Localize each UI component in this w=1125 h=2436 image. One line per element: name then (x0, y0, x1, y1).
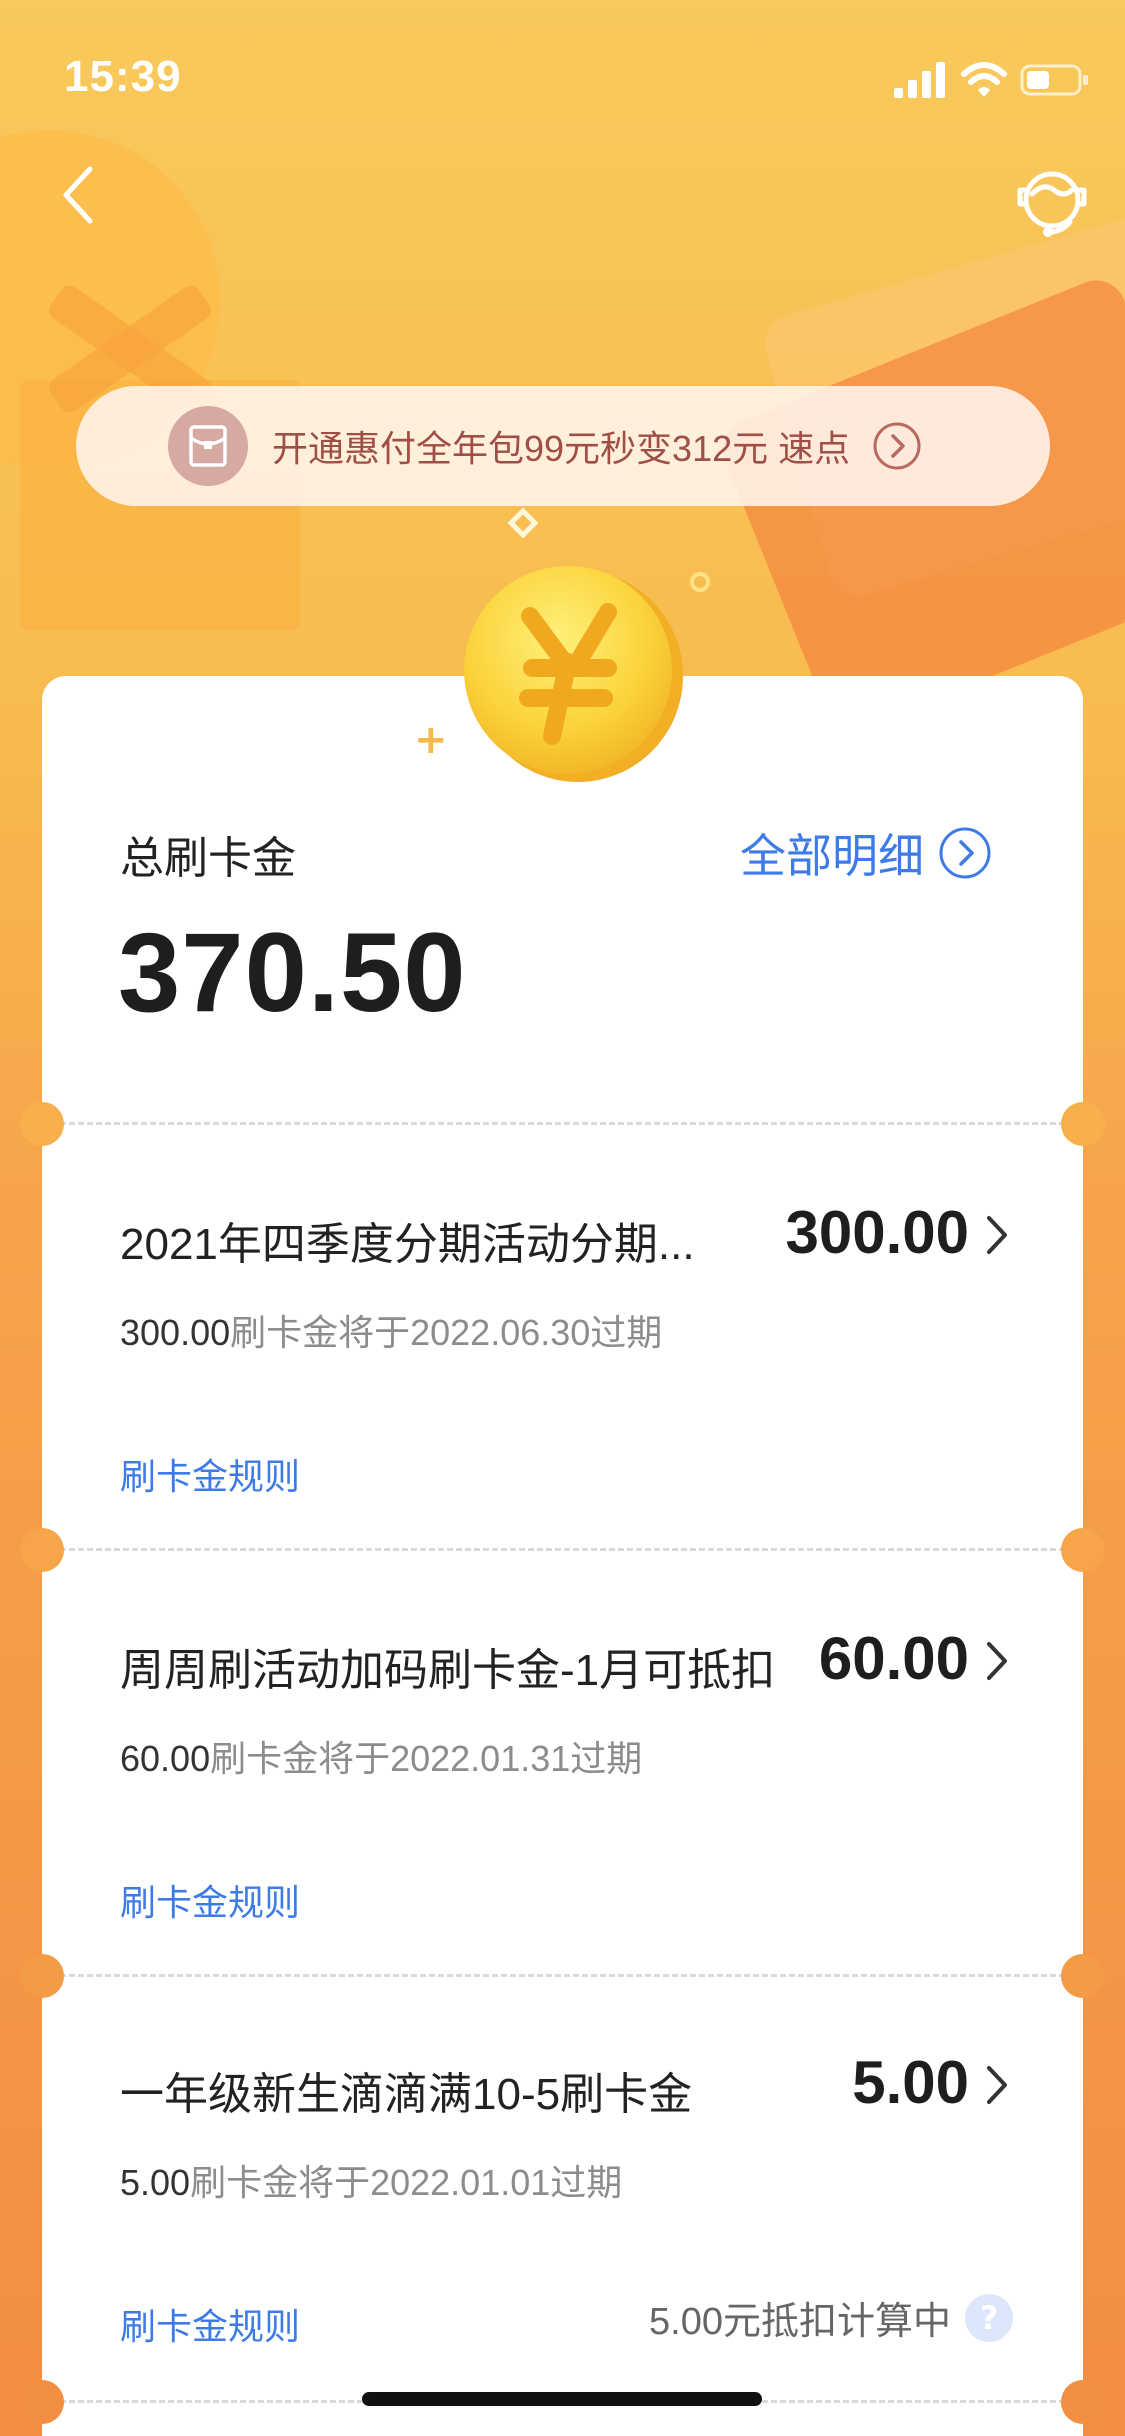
status-time: 15:39 (64, 52, 182, 101)
item-title: 2021年四季度分期活动分期... (120, 1220, 695, 1269)
item-amount: 60.00 (818, 1625, 969, 1692)
screen: + 15:39 开通惠付全年包99元秒变312元 速点 总刷卡金 全部明细 37… (0, 0, 1125, 2436)
all-details-label: 全部明细 (740, 830, 924, 882)
chevron-right-icon (987, 1642, 1007, 1680)
item-expire-text: 刷卡金将于2022.01.01过期 (190, 2162, 623, 2203)
decor-ring (690, 572, 710, 592)
total-label: 总刷卡金 (120, 834, 296, 883)
total-amount: 370.50 (118, 910, 467, 1035)
customer-service-icon[interactable] (1010, 160, 1094, 244)
deduct-text: 5.00元抵扣计算中 (649, 2301, 951, 2343)
notch (20, 1102, 64, 1146)
status-bar: 15:39 (0, 0, 1125, 150)
item-row[interactable]: 2021年四季度分期活动分期... 300.00 (42, 1199, 1083, 1278)
decor-plus-icon: + (414, 717, 448, 763)
notch (1061, 1954, 1105, 1998)
item-expire: 5.00刷卡金将于2022.01.01过期 (120, 2154, 622, 2206)
notch (20, 1528, 64, 1572)
divider (42, 1122, 1083, 1125)
back-button[interactable] (48, 160, 108, 230)
rule-link[interactable]: 刷卡金规则 (120, 1874, 300, 1926)
notch (1061, 1102, 1105, 1146)
item-row[interactable]: 周周刷活动加码刷卡金-1月可抵扣 60.00 (42, 1625, 1083, 1704)
item-expire: 60.00刷卡金将于2022.01.31过期 (120, 1730, 642, 1782)
red-envelope-icon (168, 406, 248, 486)
item-expire-amount: 300.00 (120, 1312, 231, 1353)
divider (42, 1548, 1083, 1551)
decor-diamond (507, 507, 539, 539)
divider (42, 1974, 1083, 1977)
item-title: 一年级新生滴滴满10-5刷卡金 (120, 2070, 693, 2119)
notch (1061, 2380, 1105, 2424)
item-amount: 5.00 (852, 2049, 969, 2116)
all-details-button[interactable]: 全部明细 (740, 820, 992, 886)
help-icon[interactable]: ? (965, 2293, 1013, 2342)
item-expire: 300.00刷卡金将于2022.06.30过期 (120, 1304, 662, 1356)
promo-banner[interactable]: 开通惠付全年包99元秒变312元 速点 (76, 386, 1050, 506)
circle-arrow-right-icon (873, 422, 921, 470)
wifi-icon (961, 62, 1007, 97)
signal-icon (894, 62, 945, 98)
notch (20, 2380, 64, 2424)
promo-text: 开通惠付全年包99元秒变312元 速点 (272, 428, 851, 469)
coin-icon (464, 566, 683, 782)
rule-link[interactable]: 刷卡金规则 (120, 2298, 300, 2350)
item-amount: 300.00 (785, 1199, 969, 1266)
chevron-right-icon (987, 1216, 1007, 1254)
deduct-status: 5.00元抵扣计算中 ? (649, 2290, 1013, 2345)
notch (20, 1954, 64, 1998)
rule-link[interactable]: 刷卡金规则 (120, 1448, 300, 1500)
chevron-left-icon (63, 166, 93, 224)
battery-icon (1020, 64, 1088, 96)
item-title: 周周刷活动加码刷卡金-1月可抵扣 (120, 1646, 776, 1695)
home-indicator (362, 2392, 762, 2406)
circle-arrow-right-icon (939, 827, 991, 879)
item-expire-amount: 5.00 (120, 2162, 191, 2203)
item-expire-text: 刷卡金将于2022.06.30过期 (230, 1312, 663, 1353)
chevron-right-icon (987, 2066, 1007, 2104)
item-expire-amount: 60.00 (120, 1738, 211, 1779)
notch (1061, 1528, 1105, 1572)
item-row[interactable]: 一年级新生滴滴满10-5刷卡金 5.00 (42, 2049, 1083, 2128)
item-expire-text: 刷卡金将于2022.01.31过期 (210, 1738, 643, 1779)
